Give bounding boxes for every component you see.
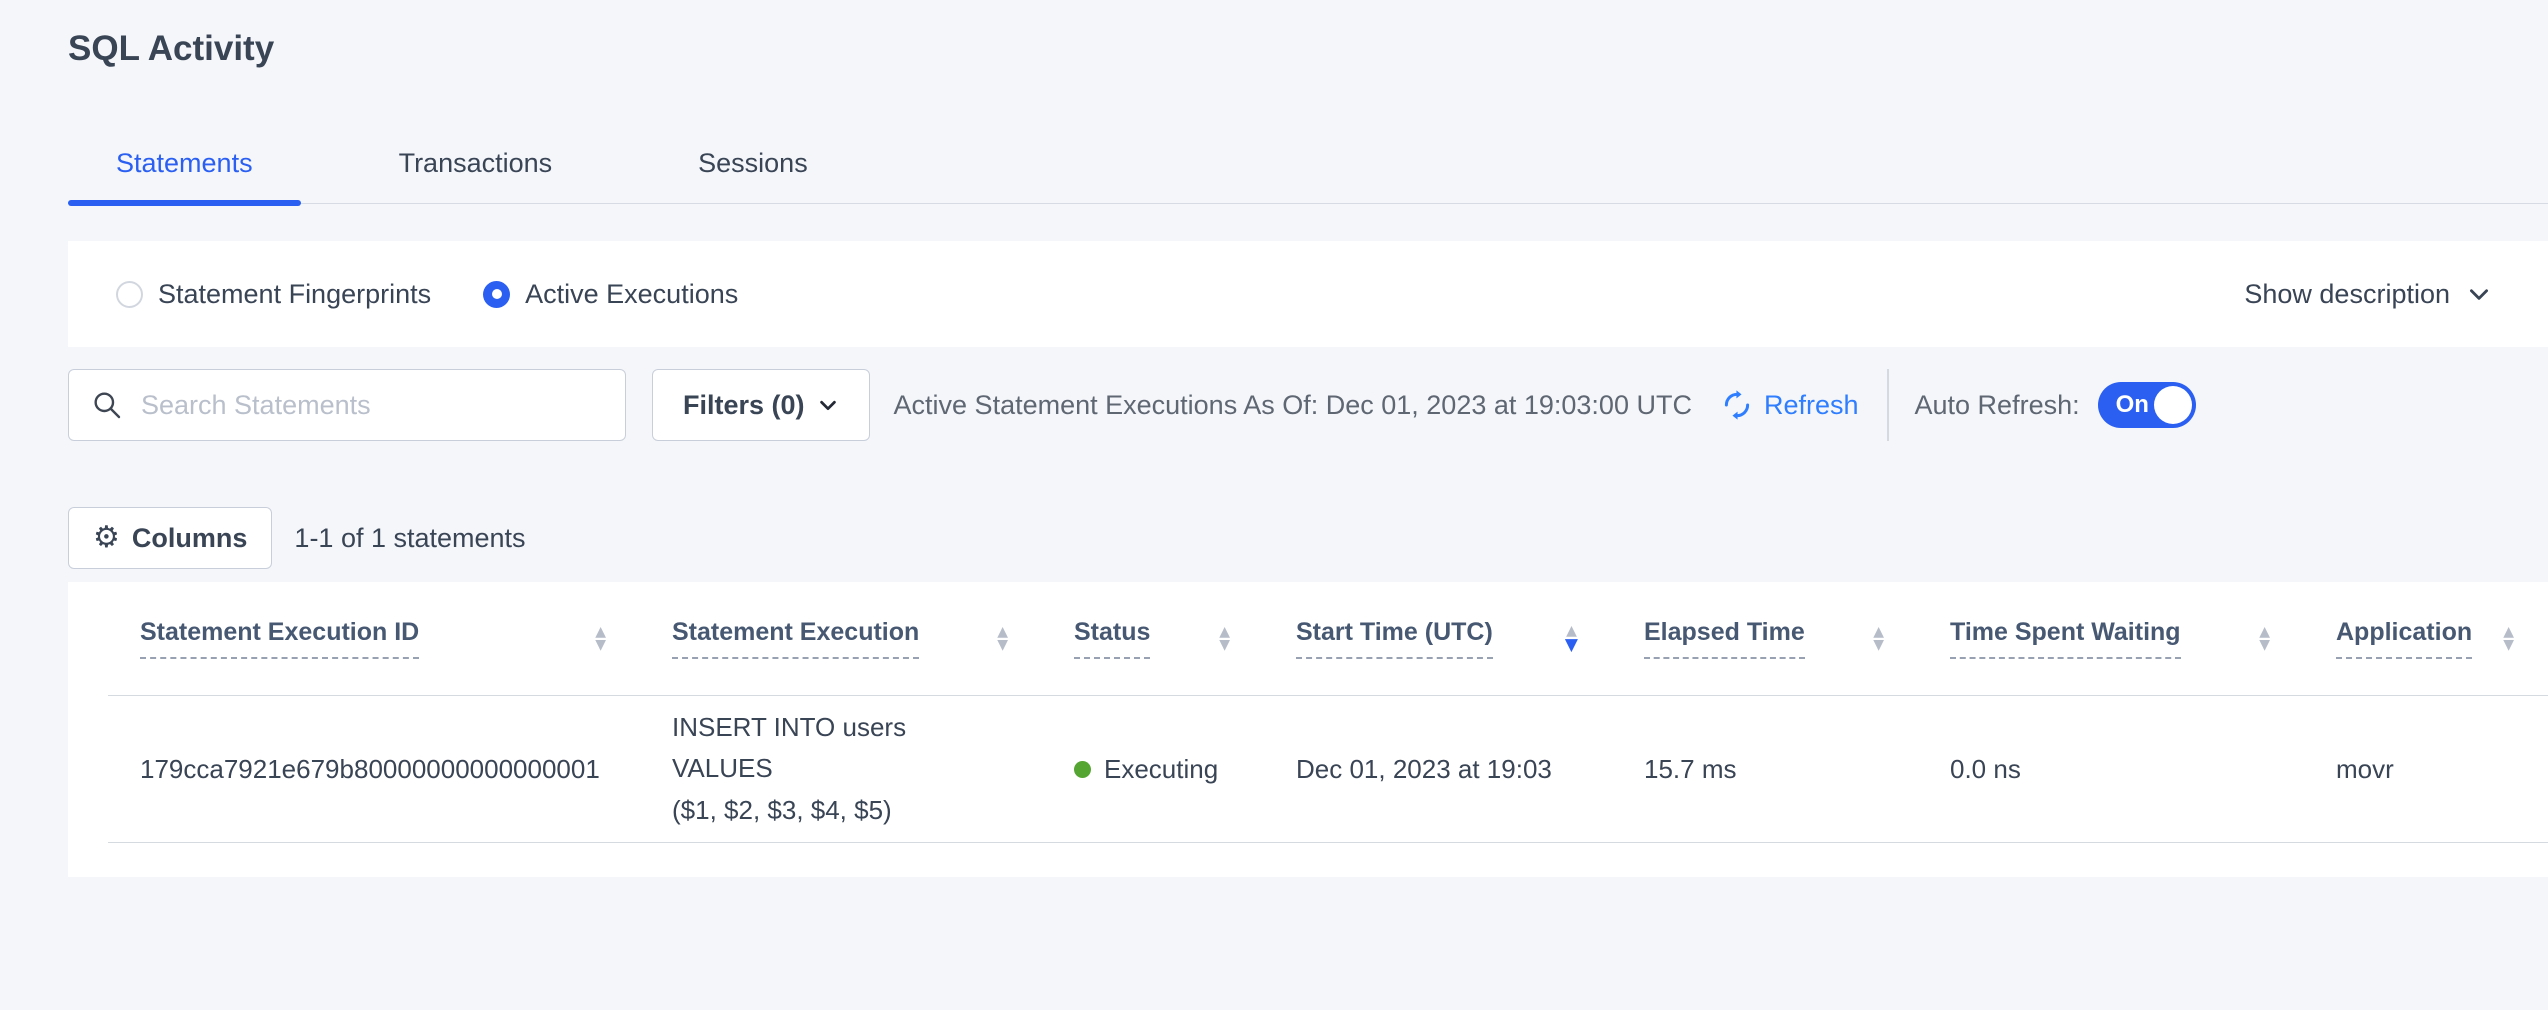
- columns-button[interactable]: ⚙ Columns: [68, 507, 272, 569]
- filter-row: Filters (0) Active Statement Executions …: [68, 369, 2548, 441]
- chevron-down-icon: [2466, 281, 2492, 307]
- cell-time-spent-waiting: 0.0 ns: [1918, 754, 2304, 785]
- refresh-icon: [1720, 388, 1754, 422]
- view-mode-card: Statement Fingerprints Active Executions…: [68, 241, 2548, 347]
- chevron-down-icon: [817, 394, 839, 416]
- search-input[interactable]: [139, 389, 603, 422]
- refresh-button[interactable]: Refresh: [1720, 388, 1859, 422]
- column-header-application[interactable]: Application ▲▼: [2304, 618, 2548, 659]
- sort-icon: ▲▼: [2503, 626, 2514, 652]
- columns-label: Columns: [132, 523, 248, 554]
- show-description-button[interactable]: Show description: [2244, 279, 2492, 310]
- tab-bar: Statements Transactions Sessions: [68, 148, 2548, 204]
- sort-icon: ▲▼: [1873, 626, 1884, 652]
- sort-icon: ▲▼: [1219, 626, 1230, 652]
- view-mode-radio-group: Statement Fingerprints Active Executions: [116, 279, 790, 310]
- column-header-time-spent-waiting[interactable]: Time Spent Waiting ▲▼: [1918, 618, 2304, 659]
- column-header-status[interactable]: Status ▲▼: [1042, 618, 1264, 659]
- tab-sessions[interactable]: Sessions: [650, 148, 856, 203]
- sort-icon: ▲▼: [997, 626, 1008, 652]
- result-count: 1-1 of 1 statements: [294, 523, 525, 554]
- sort-icon: ▲▼: [2259, 626, 2270, 652]
- column-header-statement-execution-id[interactable]: Statement Execution ID ▲▼: [108, 618, 640, 659]
- sort-icon: ▲▼: [595, 626, 606, 652]
- toggle-knob: [2154, 386, 2192, 424]
- refresh-label: Refresh: [1764, 390, 1859, 421]
- column-header-elapsed-time[interactable]: Elapsed Time ▲▼: [1612, 618, 1918, 659]
- sql-line-1: INSERT INTO users VALUES: [672, 707, 1008, 790]
- vertical-divider: [1887, 369, 1889, 441]
- filters-label: Filters (0): [683, 390, 805, 421]
- page-title: SQL Activity: [68, 28, 2548, 70]
- tab-statements[interactable]: Statements: [68, 148, 301, 203]
- radio-unchecked-icon: [116, 281, 143, 308]
- table-toolbar: ⚙ Columns 1-1 of 1 statements: [68, 507, 2548, 569]
- radio-statement-fingerprints[interactable]: Statement Fingerprints: [116, 279, 431, 310]
- show-description-label: Show description: [2244, 279, 2450, 310]
- radio-label: Active Executions: [525, 279, 738, 310]
- column-header-start-time[interactable]: Start Time (UTC) ▲▼: [1264, 618, 1612, 659]
- as-of-text: Active Statement Executions As Of: Dec 0…: [894, 390, 1692, 421]
- gear-icon: ⚙: [93, 523, 120, 553]
- filters-button[interactable]: Filters (0): [652, 369, 870, 441]
- cell-elapsed-time: 15.7 ms: [1612, 754, 1918, 785]
- column-header-statement-execution[interactable]: Statement Execution ▲▼: [640, 618, 1042, 659]
- radio-active-executions[interactable]: Active Executions: [483, 279, 738, 310]
- cell-status: Executing: [1042, 754, 1264, 785]
- status-label: Executing: [1104, 754, 1218, 785]
- sort-icon-active-desc: ▲▼: [1565, 625, 1578, 653]
- tab-transactions[interactable]: Transactions: [351, 148, 601, 203]
- cell-start-time: Dec 01, 2023 at 19:03: [1264, 754, 1612, 785]
- auto-refresh-toggle[interactable]: On: [2098, 382, 2196, 428]
- cell-statement-execution-id: 179cca7921e679b80000000000000001: [108, 754, 640, 785]
- radio-checked-icon: [483, 281, 510, 308]
- statements-table: Statement Execution ID ▲▼ Statement Exec…: [68, 582, 2548, 877]
- auto-refresh-label: Auto Refresh:: [1915, 390, 2080, 421]
- sql-line-2: ($1, $2, $3, $4, $5): [672, 790, 1008, 832]
- search-box[interactable]: [68, 369, 626, 441]
- table-header-row: Statement Execution ID ▲▼ Statement Exec…: [108, 582, 2548, 696]
- radio-label: Statement Fingerprints: [158, 279, 431, 310]
- status-dot-icon: [1074, 761, 1091, 778]
- sql-activity-page: SQL Activity Statements Transactions Ses…: [0, 28, 2548, 1010]
- cell-statement-execution: INSERT INTO users VALUES ($1, $2, $3, $4…: [640, 707, 1042, 832]
- cell-application: movr: [2304, 754, 2548, 785]
- table-row[interactable]: 179cca7921e679b80000000000000001 INSERT …: [108, 696, 2548, 843]
- search-icon: [91, 389, 123, 421]
- toggle-state-label: On: [2116, 391, 2149, 419]
